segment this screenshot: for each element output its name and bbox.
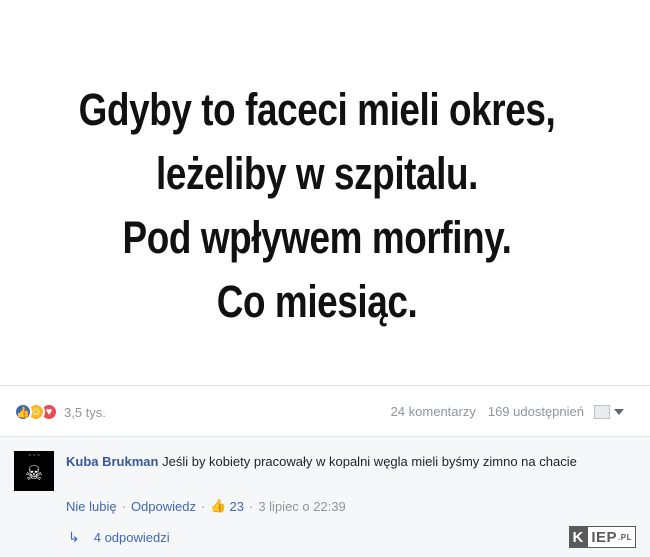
dot-separator: · (121, 498, 126, 514)
unlike-link[interactable]: Nie lubię (66, 499, 117, 514)
comment-text: Jeśli by kobiety pracowały w kopalni węg… (162, 454, 577, 469)
reply-arrow-icon: ↳ (68, 529, 80, 545)
reply-link[interactable]: Odpowiedz (131, 499, 196, 514)
comment-actions: Nie lubię · Odpowiedz · 👍 23 · 3 lipiec … (66, 498, 346, 514)
meme-image: Gdyby to faceci mieli okres, leżeliby w … (0, 0, 650, 385)
page-avatar-icon[interactable] (594, 404, 610, 419)
post-stats-bar: 👍 ☺ ♥ 3,5 tys. 24 komentarzy 169 udostęp… (0, 385, 650, 436)
reaction-count[interactable]: 3,5 tys. (64, 405, 106, 420)
comments-section: ~ ~ ~ ☠ Kuba Brukman Jeśli by kobiety pr… (0, 436, 650, 557)
comment: Kuba Brukman Jeśli by kobiety pracowały … (66, 453, 586, 470)
comments-count-link[interactable]: 24 komentarzy (391, 404, 476, 419)
meme-text: Gdyby to faceci mieli okres, leżeliby w … (57, 78, 577, 334)
dot-separator: · (200, 498, 206, 514)
avatar-decoration: ~ ~ ~ (28, 453, 40, 459)
chevron-down-icon[interactable] (614, 408, 624, 415)
post-counters: 24 komentarzy 169 udostępnień (379, 404, 624, 419)
view-replies-link[interactable]: ↳ 4 odpowiedzi (68, 529, 170, 546)
comment-timestamp[interactable]: 3 lipiec o 22:39 (258, 499, 345, 514)
watermark-k: K (568, 526, 588, 548)
meme-line-2: leżeliby w szpitalu. (156, 148, 478, 199)
meme-line-4: Co miesiąc. (216, 276, 418, 327)
thumbs-up-icon[interactable]: 👍 (210, 498, 226, 514)
comment-author-link[interactable]: Kuba Brukman (66, 454, 158, 469)
replies-count[interactable]: 4 odpowiedzi (94, 530, 170, 545)
watermark-tld: .PL (618, 532, 632, 542)
meme-line-1: Gdyby to faceci mieli okres, (78, 84, 556, 135)
skull-icon: ☠ (25, 461, 43, 485)
meme-line-3: Pod wpływem morfiny. (122, 212, 512, 263)
watermark-name: IEP (591, 528, 618, 546)
site-watermark: K IEP .PL (568, 526, 636, 548)
comment-like-count[interactable]: 23 (230, 499, 244, 514)
avatar[interactable]: ~ ~ ~ ☠ (14, 451, 54, 491)
shares-count-link[interactable]: 169 udostępnień (488, 404, 584, 419)
like-icon: 👍 (14, 403, 32, 421)
dot-separator: · (248, 498, 254, 514)
reactions-summary[interactable]: 👍 ☺ ♥ 3,5 tys. (14, 402, 106, 422)
watermark-text: IEP .PL (587, 526, 636, 548)
